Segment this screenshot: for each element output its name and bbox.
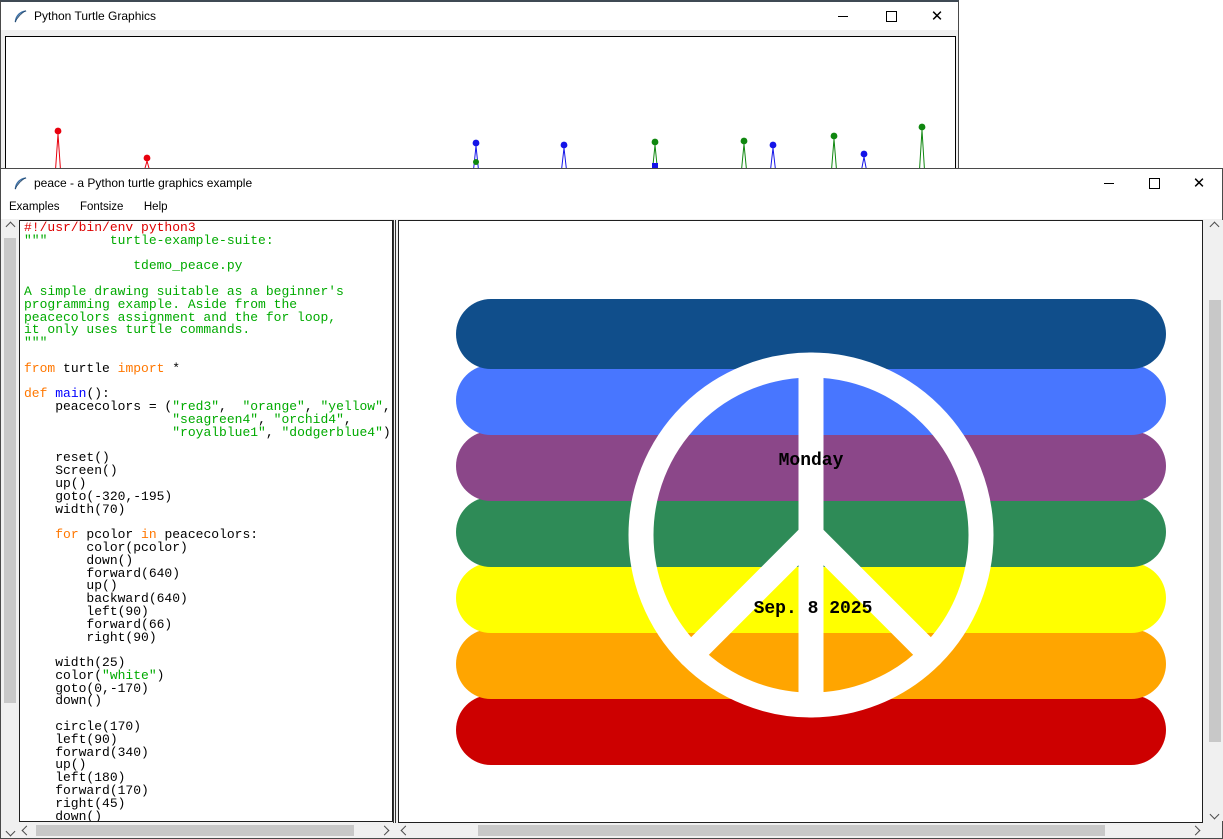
- scroll-right-button[interactable]: [1188, 823, 1202, 838]
- turtle-figure-dot: [561, 142, 568, 149]
- pane-divider[interactable]: [393, 220, 396, 823]
- canvas-vertical-scrollbar[interactable]: [1206, 220, 1223, 821]
- turtle-figure-stem: [562, 148, 567, 170]
- turtle-figure-dot: [55, 128, 62, 135]
- turtle-figure-dot: [473, 159, 479, 165]
- chevron-up-icon: [1210, 222, 1220, 232]
- scrollbar-thumb[interactable]: [36, 825, 354, 836]
- code-line: "royalblue1", "dodgerblue4"): [24, 427, 392, 440]
- turtle-figure-dot: [652, 139, 659, 146]
- scroll-down-button[interactable]: [2, 825, 18, 838]
- turtle-figure-dot: [473, 140, 480, 147]
- code-line: it only uses turtle commands.: [24, 324, 392, 337]
- turtle-figure-stem: [742, 144, 747, 170]
- code-line: """: [24, 337, 392, 350]
- titlebar[interactable]: Python Turtle Graphics ✕: [1, 2, 958, 30]
- source-code-pane[interactable]: #!/usr/bin/env python3""" turtle-example…: [19, 220, 393, 822]
- chevron-right-icon: [379, 826, 389, 836]
- turtle-figure-dot: [741, 138, 748, 145]
- turtle-figure-stem: [56, 134, 61, 170]
- turtle-figure-dot: [144, 155, 151, 162]
- window-peace-demo: peace - a Python turtle graphics example…: [0, 168, 1223, 839]
- maximize-icon: [1149, 178, 1160, 189]
- code-line: right(90): [24, 632, 392, 645]
- window-title: peace - a Python turtle graphics example: [34, 169, 252, 197]
- chevron-left-icon: [21, 826, 31, 836]
- window-title: Python Turtle Graphics: [34, 2, 156, 30]
- scroll-left-button[interactable]: [19, 823, 33, 838]
- menu-bar: Examples Fontsize Help: [1, 197, 1222, 219]
- chevron-right-icon: [1190, 826, 1200, 836]
- code-vertical-scrollbar[interactable]: [2, 220, 18, 838]
- source-code-text: #!/usr/bin/env python3""" turtle-example…: [20, 221, 392, 822]
- scrollbar-thumb[interactable]: [4, 238, 16, 703]
- weekday-label: Monday: [779, 451, 844, 471]
- scroll-left-button[interactable]: [398, 823, 412, 838]
- code-line: width(70): [24, 504, 392, 517]
- close-button[interactable]: ✕: [1184, 169, 1214, 197]
- turtle-figure-stem: [771, 148, 776, 170]
- tk-feather-icon: [13, 9, 28, 24]
- scroll-down-button[interactable]: [1206, 808, 1223, 821]
- code-line: from turtle import *: [24, 363, 392, 376]
- close-icon: ✕: [1193, 176, 1206, 191]
- maximize-icon: [886, 11, 897, 22]
- window-python-turtle-graphics: Python Turtle Graphics ✕: [0, 0, 959, 170]
- menu-help[interactable]: Help: [136, 197, 176, 219]
- turtle-figure-dot: [861, 151, 868, 158]
- tk-feather-icon: [13, 176, 28, 191]
- close-icon: ✕: [931, 9, 944, 24]
- chevron-down-icon: [5, 827, 15, 837]
- chevron-down-icon: [1210, 810, 1220, 820]
- turtle-figures-drawing: [6, 37, 955, 171]
- scroll-right-button[interactable]: [377, 823, 391, 838]
- desktop: Python Turtle Graphics ✕ peace - a Pytho…: [0, 0, 1223, 839]
- turtle-figure-dot: [770, 142, 777, 149]
- menu-examples[interactable]: Examples: [1, 197, 68, 219]
- scrollbar-thumb[interactable]: [1209, 300, 1221, 742]
- scrollbar-thumb[interactable]: [478, 825, 1105, 836]
- scroll-up-button[interactable]: [1206, 220, 1223, 233]
- peace-drawing: Monday Sep. 8 2025: [399, 221, 1202, 822]
- turtle-figure-dot: [831, 133, 838, 140]
- turtle-figure-stem: [832, 139, 837, 170]
- minimize-button[interactable]: [1094, 169, 1124, 197]
- minimize-icon: [1104, 183, 1114, 184]
- maximize-button[interactable]: [876, 2, 906, 30]
- titlebar[interactable]: peace - a Python turtle graphics example…: [1, 169, 1222, 197]
- menu-fontsize[interactable]: Fontsize: [72, 197, 131, 219]
- scroll-up-button[interactable]: [2, 220, 18, 233]
- minimize-icon: [838, 16, 848, 17]
- maximize-button[interactable]: [1139, 169, 1169, 197]
- canvas-horizontal-scrollbar[interactable]: [398, 823, 1203, 838]
- code-line: down(): [24, 695, 392, 708]
- close-button[interactable]: ✕: [922, 2, 952, 30]
- chevron-up-icon: [5, 222, 15, 232]
- demo-content-area: #!/usr/bin/env python3""" turtle-example…: [1, 219, 1222, 838]
- code-line: down(): [24, 811, 392, 822]
- code-horizontal-scrollbar[interactable]: [19, 823, 393, 838]
- code-line: tdemo_peace.py: [24, 260, 392, 273]
- turtle-figure-stem: [920, 130, 925, 170]
- turtle-graphics-canvas[interactable]: [5, 36, 956, 174]
- code-line: """ turtle-example-suite:: [24, 235, 392, 248]
- minimize-button[interactable]: [828, 2, 858, 30]
- date-label: Sep. 8 2025: [754, 599, 873, 619]
- turtle-figure-dot: [919, 124, 926, 131]
- turtle-figure-stem: [474, 146, 479, 170]
- chevron-left-icon: [400, 826, 410, 836]
- turtle-drawing-canvas[interactable]: Monday Sep. 8 2025: [398, 220, 1203, 823]
